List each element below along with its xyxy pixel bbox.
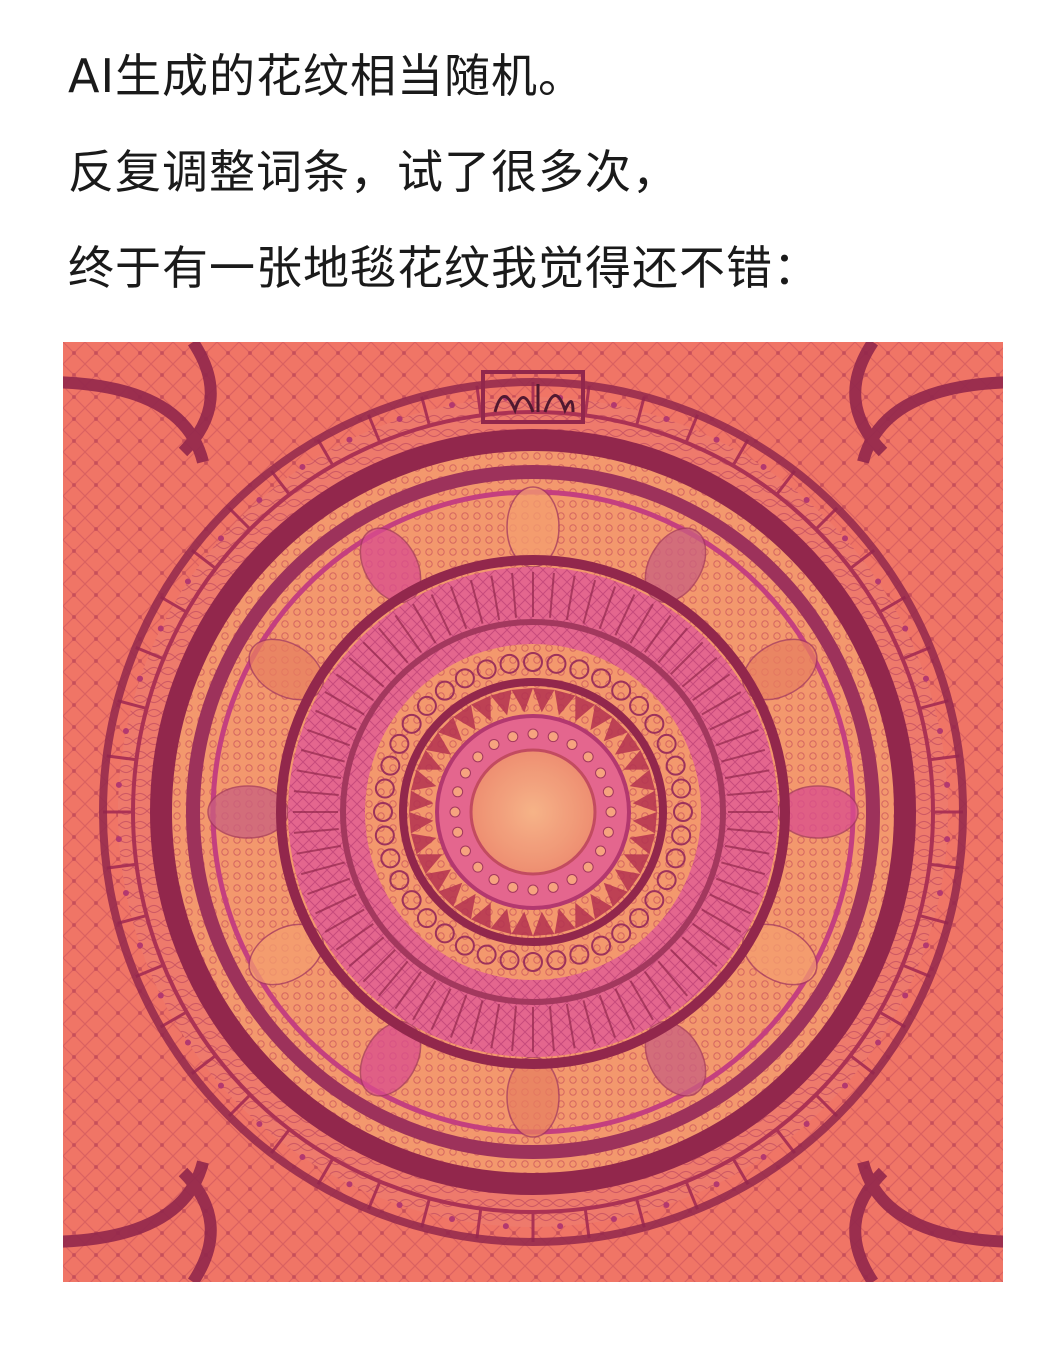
carpet-pattern-image <box>63 342 1003 1282</box>
post-line-1: AI生成的花纹相当随机。 <box>68 49 586 103</box>
post-line-3: 终于有一张地毯花纹我觉得还不错： <box>68 241 820 295</box>
post-line-2: 反复调整词条，试了很多次， <box>68 145 679 199</box>
post-text: AI生成的花纹相当随机。 反复调整词条，试了很多次， 终于有一张地毯花纹我觉得还… <box>68 28 1028 316</box>
carpet-pattern-graphic <box>63 342 1003 1282</box>
